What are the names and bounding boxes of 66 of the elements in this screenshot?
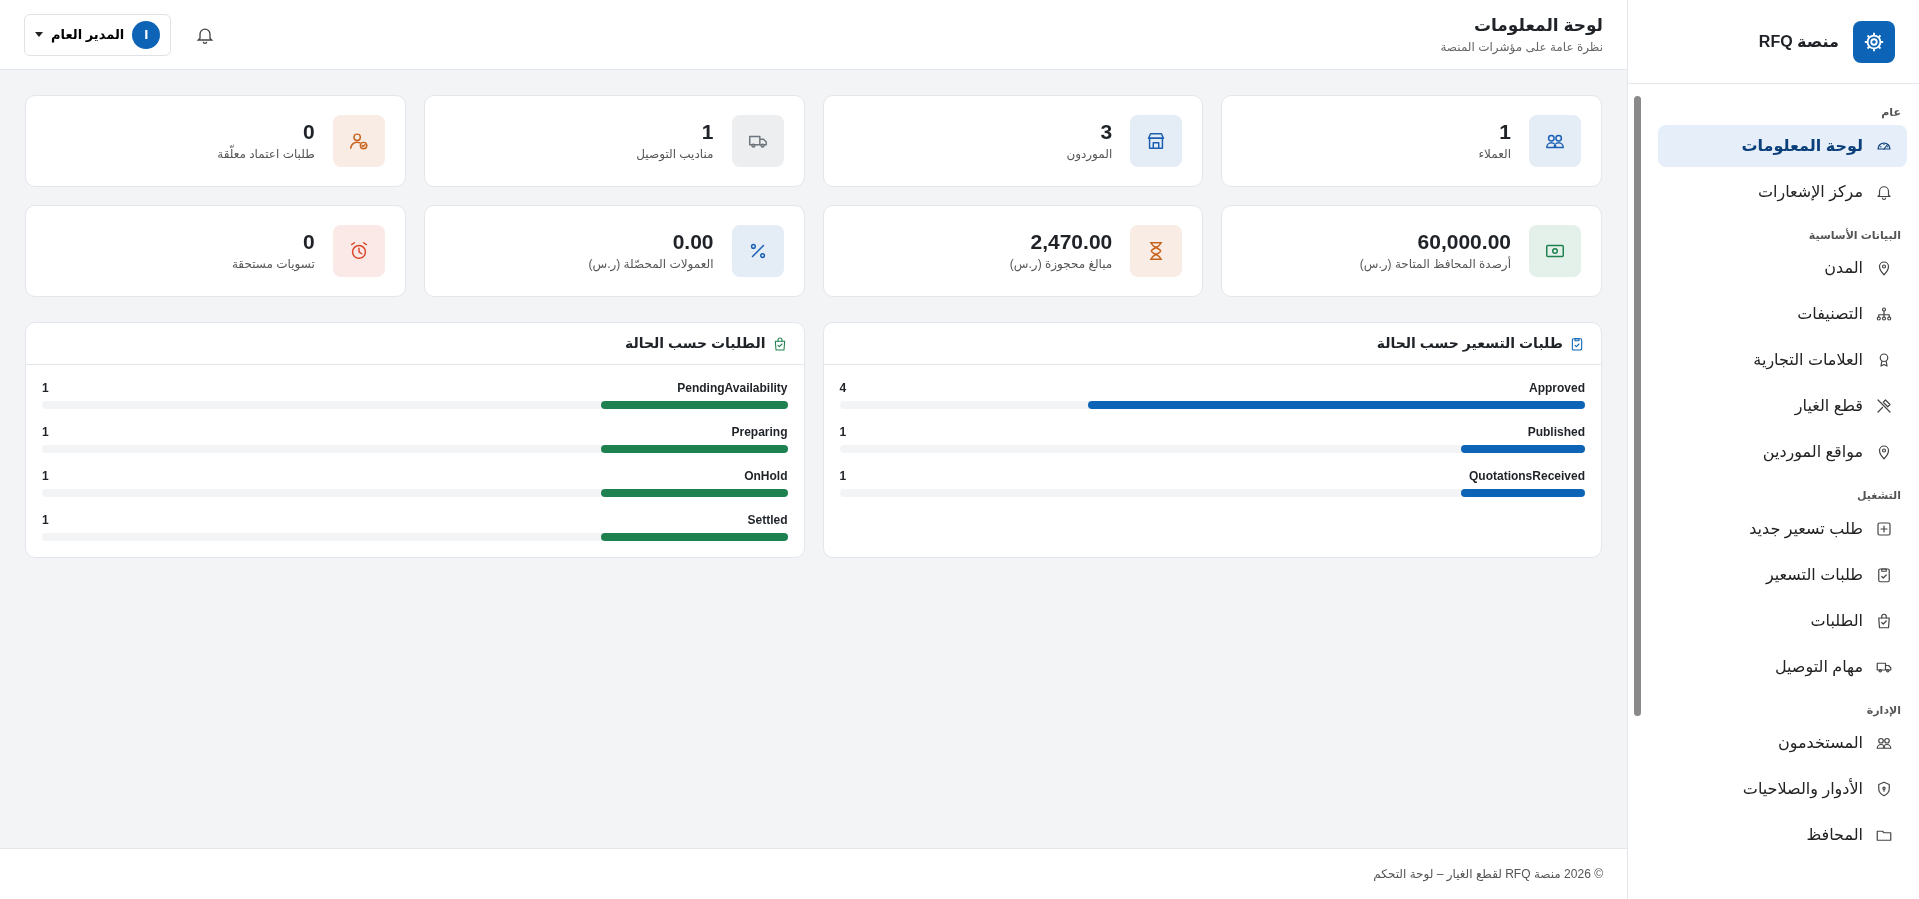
stat-label: الموردون — [1066, 145, 1113, 163]
status-label: OnHold — [744, 468, 788, 485]
hierarchy-icon — [1875, 305, 1893, 323]
stat-value: 1 — [700, 119, 714, 145]
status-count: 1 — [42, 424, 49, 441]
stat-label: مناديب التوصيل — [636, 145, 714, 163]
user-menu-button[interactable]: ا المدير العام — [24, 13, 172, 56]
tools-icon — [1875, 397, 1893, 415]
status-count: 1 — [42, 468, 49, 485]
status-label: Published — [1527, 424, 1585, 441]
stat-value: 2,470.00 — [1029, 229, 1113, 255]
section-title: الإدارة — [1865, 702, 1902, 719]
stat-value: 0 — [302, 119, 315, 145]
sidebar-item[interactable]: لوحة المعلومات — [1658, 124, 1907, 167]
status-count: 1 — [839, 468, 847, 485]
caret-icon — [35, 31, 43, 38]
status-label: Approved — [1529, 380, 1585, 397]
stat-label: تسويات مستحقة — [231, 255, 315, 273]
sidebar-item[interactable]: الطلبات — [1658, 599, 1907, 642]
status-count: 1 — [42, 380, 49, 397]
section-title: البيانات الأساسية — [1807, 227, 1902, 243]
sidebar-item[interactable]: قطع الغيار — [1658, 385, 1907, 427]
clipboard-check-icon — [1569, 335, 1585, 352]
stat-label: العمولات المحصّلة (ر.س) — [588, 255, 714, 273]
sidebar-item[interactable]: مواقع الموردين — [1658, 431, 1907, 473]
stat-label: طلبات اعتماد معلّقة — [217, 144, 315, 163]
panel-title: الطلبات حسب الحالة — [624, 334, 766, 353]
clipboard-check-icon — [1875, 565, 1893, 584]
sidebar-item[interactable]: المدن — [1658, 247, 1907, 289]
page-title: لوحة المعلومات — [1472, 14, 1603, 37]
bag-check-icon — [1875, 611, 1893, 630]
status-label: PendingAvailability — [677, 380, 788, 397]
stat-label: مبالغ محجوزة (ر.س) — [1009, 255, 1113, 273]
status-label: Preparing — [731, 424, 788, 441]
stat-value: 0 — [302, 229, 315, 255]
sidebar-item[interactable]: الأدوار والصلاحيات — [1658, 768, 1907, 810]
status-count: 1 — [42, 512, 49, 529]
sidebar-item[interactable]: مركز الإشعارات — [1658, 170, 1907, 213]
sidebar-item[interactable]: التصنيفات — [1658, 293, 1907, 335]
status-label: Settled — [747, 512, 788, 529]
sidebar-item[interactable]: العلامات التجارية — [1658, 339, 1907, 381]
stat-value: 60,000.00 — [1416, 229, 1511, 255]
status-count: 1 — [839, 424, 847, 441]
status-count: 4 — [839, 380, 847, 397]
panel-title: طلبات التسعير حسب الحالة — [1376, 334, 1563, 354]
stat-label: العملاء — [1478, 145, 1511, 163]
sidebar-item[interactable]: مهام التوصيل — [1658, 645, 1907, 688]
logo-icon — [1853, 20, 1895, 63]
scrollbar-thumb[interactable] — [1633, 96, 1641, 716]
sidebar-item[interactable]: طلب تسعير جديد — [1658, 507, 1907, 550]
sidebar-item[interactable]: طلبات التسعير — [1658, 553, 1907, 596]
sidebar-item[interactable]: المحافظ — [1658, 814, 1907, 856]
footer-text: © 2026 منصة RFQ لقطع الغيار – لوحة التحكم — [1373, 866, 1603, 883]
stat-value: 0.00 — [671, 229, 714, 255]
plus-square-icon — [1875, 519, 1893, 538]
stat-value: 3 — [1099, 119, 1113, 145]
stat-value: 1 — [1498, 119, 1511, 145]
status-label: QuotationsReceived — [1468, 468, 1585, 485]
avatar: ا — [132, 20, 161, 49]
section-title: التشغيل — [1855, 488, 1902, 503]
brand-name: منصة RFQ — [1758, 31, 1839, 52]
section-title: عام — [1880, 105, 1902, 121]
shield-icon — [1875, 780, 1893, 798]
stat-label: أرصدة المحافظ المتاحة (ر.س) — [1359, 255, 1511, 273]
page-subtitle: نظرة عامة على مؤشرات المنصة — [1440, 39, 1603, 57]
sidebar-item[interactable]: المستخدمون — [1658, 722, 1907, 764]
